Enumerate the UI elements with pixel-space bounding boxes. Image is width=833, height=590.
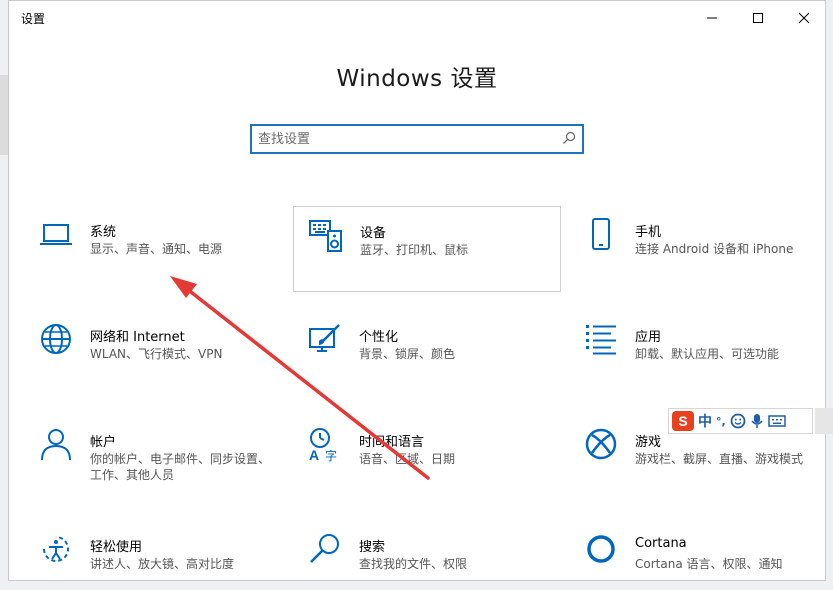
tile-description: 语音、区域、日期 (359, 452, 456, 466)
tile-label: 系统 (90, 225, 117, 240)
tile-label: 设备 (360, 226, 387, 241)
xbox-icon (585, 428, 617, 460)
emoji-icon[interactable] (730, 413, 746, 429)
tile-accounts[interactable]: 帐户 你的帐户、电子邮件、同步设置、工作、其他人员 (24, 416, 284, 496)
tile-devices[interactable]: 设备 蓝牙、打印机、鼠标 (293, 206, 561, 292)
tile-label: 帐户 (90, 435, 117, 450)
tile-phone[interactable]: 手机 连接 Android 设备和 iPhone (569, 206, 819, 286)
magnifier-icon (310, 534, 339, 563)
tile-description: 查找我的文件、权限 (359, 557, 468, 571)
time-language-icon: A 字 (309, 428, 337, 462)
ime-mode-label[interactable]: 中 (698, 411, 712, 431)
tile-description: 你的帐户、电子邮件、同步设置、工作、其他人员 (90, 452, 271, 482)
tile-description: 蓝牙、打印机、鼠标 (360, 243, 469, 257)
sogou-logo-icon[interactable]: S (672, 411, 694, 431)
close-icon (798, 12, 810, 24)
person-icon (41, 429, 71, 461)
microphone-icon[interactable] (750, 413, 764, 429)
tile-label: 时间和语言 (359, 435, 425, 450)
svg-text:字: 字 (325, 448, 337, 462)
title-bar: 设置 (9, 1, 825, 35)
tile-description: Cortana 语言、权限、通知 (635, 557, 783, 571)
tile-description: 游戏栏、截屏、直播、游戏模式 (635, 452, 804, 466)
search-box[interactable] (250, 124, 584, 154)
minimize-button[interactable] (689, 1, 735, 35)
tile-label: 个性化 (359, 330, 399, 345)
tile-label: 网络和 Internet (90, 330, 185, 345)
tile-ease-of-access[interactable]: 轻松使用 讲述人、放大镜、高对比度 (24, 521, 284, 581)
tile-description: 讲述人、放大镜、高对比度 (90, 557, 235, 571)
search-input[interactable] (258, 129, 558, 149)
tile-personalization[interactable]: 个性化 背景、锁屏、颜色 (293, 311, 553, 391)
maximize-icon (753, 13, 763, 23)
close-button[interactable] (781, 1, 827, 35)
tile-label: 搜索 (359, 540, 386, 555)
tile-time-language[interactable]: A 字 时间和语言 语音、区域、日期 (293, 416, 553, 496)
tile-label: 应用 (635, 330, 662, 345)
settings-window: 设置 Windows 设置 系统 显示、声音、通知、电源 (8, 0, 826, 581)
minimize-icon (707, 17, 717, 19)
tile-description: 背景、锁屏、颜色 (359, 347, 456, 361)
keyboard-icon[interactable] (767, 414, 786, 428)
tile-description: 卸载、默认应用、可选功能 (635, 347, 780, 361)
paint-brush-icon (309, 324, 340, 352)
tile-system[interactable]: 系统 显示、声音、通知、电源 (24, 206, 284, 286)
ime-toolbar[interactable]: S 中 °, (668, 408, 813, 434)
cortana-ring-icon (587, 535, 615, 563)
tile-label: 手机 (635, 225, 662, 240)
svg-text:A: A (309, 447, 319, 462)
tile-apps[interactable]: 应用 卸载、默认应用、可选功能 (569, 311, 819, 391)
background-window-edge (0, 75, 8, 155)
ime-punct-label[interactable]: °, (716, 415, 726, 428)
laptop-icon (40, 224, 72, 245)
tile-description: WLAN、飞行模式、VPN (90, 347, 223, 361)
tile-label: 游戏 (635, 435, 662, 450)
tile-search[interactable]: 搜索 查找我的文件、权限 (293, 521, 553, 581)
tile-label: 轻松使用 (90, 540, 143, 555)
globe-icon (41, 324, 71, 354)
maximize-button[interactable] (735, 1, 781, 35)
keyboard-speaker-icon (309, 220, 342, 252)
tile-label: Cortana (635, 536, 687, 551)
tile-cortana[interactable]: Cortana Cortana 语言、权限、通知 (569, 521, 819, 581)
page-title: Windows 设置 (336, 66, 498, 92)
window-title: 设置 (21, 12, 46, 26)
apps-list-icon (586, 325, 616, 355)
avatar-edge (815, 408, 833, 434)
tile-description: 显示、声音、通知、电源 (90, 242, 223, 256)
tile-network[interactable]: 网络和 Internet WLAN、飞行模式、VPN (24, 311, 284, 391)
tile-description: 连接 Android 设备和 iPhone (635, 242, 794, 256)
search-icon[interactable] (562, 131, 576, 145)
ease-of-access-icon (43, 536, 69, 562)
phone-icon (592, 218, 610, 250)
